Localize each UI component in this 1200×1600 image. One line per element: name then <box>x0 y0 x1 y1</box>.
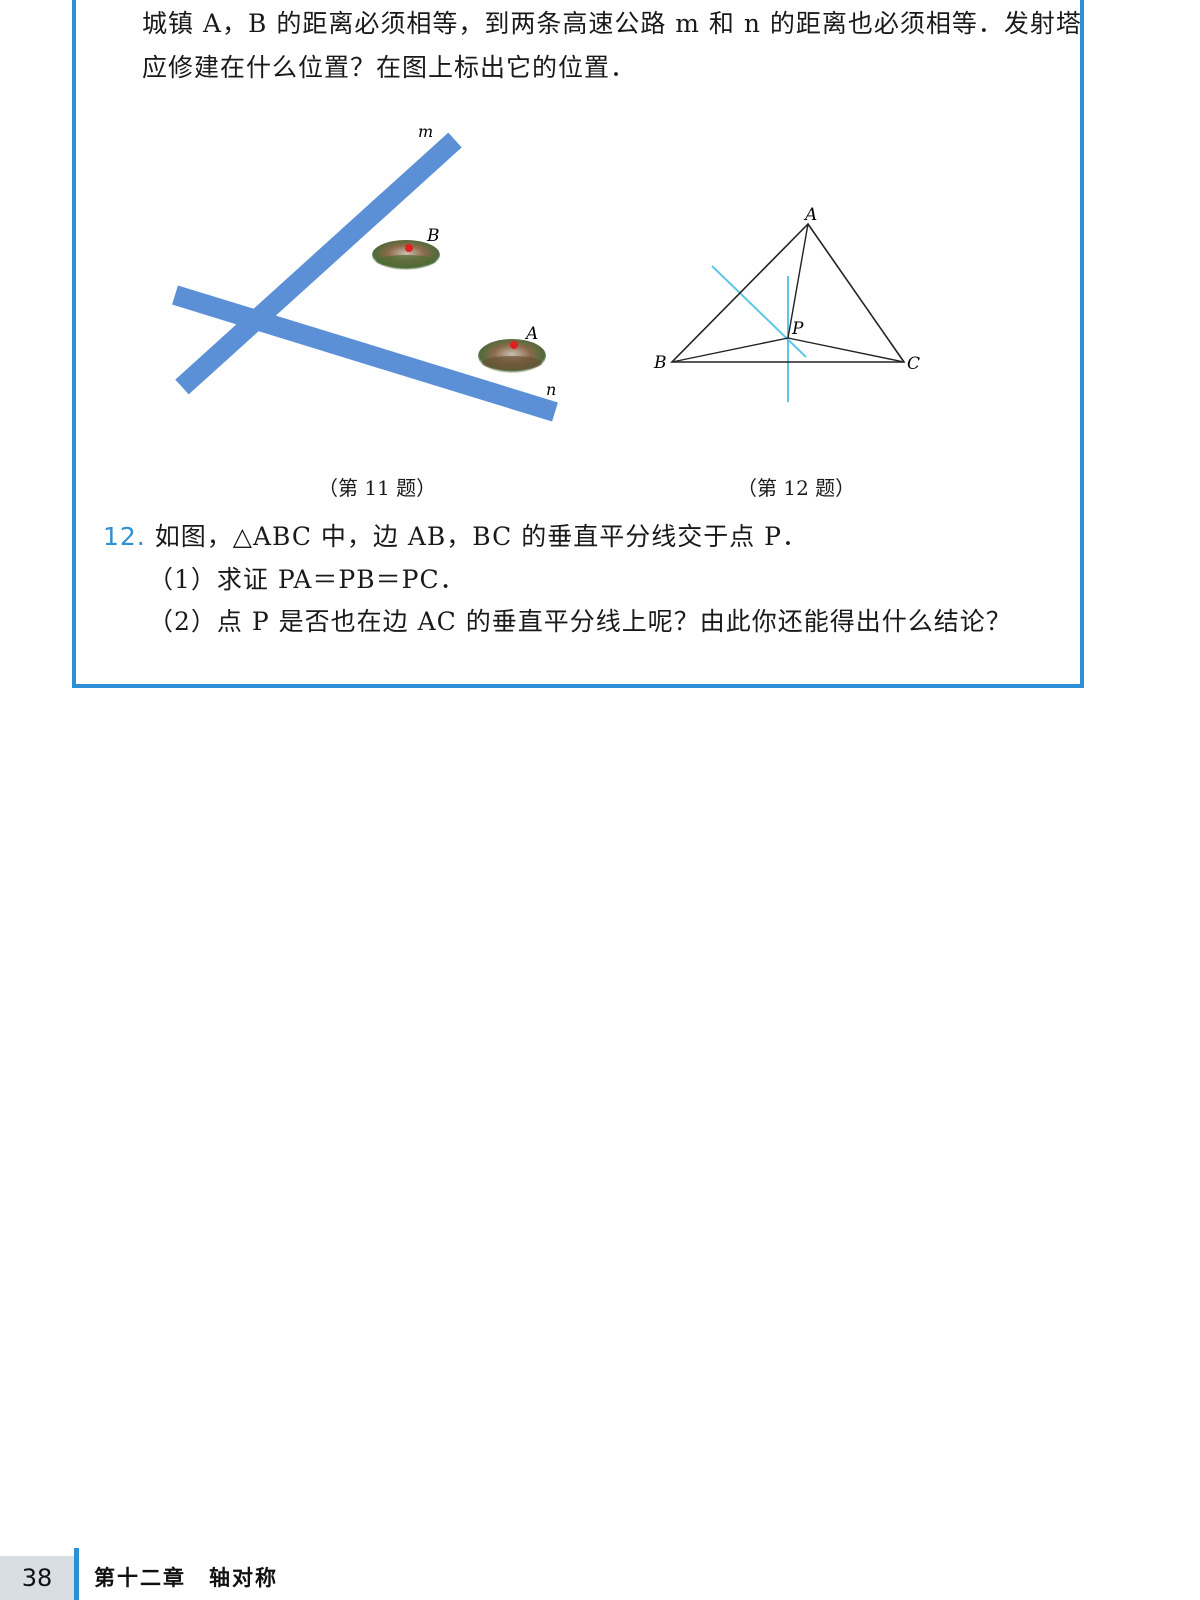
q12-figure: A B C P <box>653 205 920 402</box>
label-vertex-b: B <box>653 353 667 373</box>
label-vertex-c: C <box>907 354 920 374</box>
chapter-title: 第十二章 轴对称 <box>94 1566 278 1590</box>
q12-stem: 如图，△ABC 中，边 AB，BC 的垂直平分线交于点 P． <box>154 522 808 551</box>
q12-stem-line: 12. 如图，△ABC 中，边 AB，BC 的垂直平分线交于点 P． <box>103 517 808 553</box>
q11-text-line1: 城镇 A，B 的距离必须相等，到两条高速公路 m 和 n 的距离也必须相等．发射… <box>142 9 1082 38</box>
label-point-p: P <box>791 319 804 339</box>
segment-pc <box>787 337 905 363</box>
page-number: 38 <box>0 1556 74 1600</box>
q11-caption: （第 11 题） <box>318 476 437 500</box>
q11-text-line2: 应修建在什么位置？在图上标出它的位置． <box>142 53 637 82</box>
label-b: B <box>426 226 440 246</box>
q12-caption: （第 12 题） <box>737 476 856 500</box>
segment-pb <box>671 337 789 363</box>
label-vertex-a: A <box>803 205 817 225</box>
q11-figure: m n B A <box>172 122 558 422</box>
footer-divider <box>74 1548 79 1600</box>
label-m: m <box>418 122 433 141</box>
q12-part2: （2）点 P 是否也在边 AC 的垂直平分线上呢？由此你还能得出什么结论？ <box>148 607 1012 636</box>
town-a-point <box>510 341 518 349</box>
q12-number: 12. <box>103 522 146 551</box>
town-b-point <box>405 244 413 252</box>
q12-part1: （1）求证 PA＝PB＝PC． <box>148 565 466 594</box>
label-n: n <box>546 380 556 399</box>
town-b: B <box>372 226 440 270</box>
label-a: A <box>524 324 538 344</box>
town-a: A <box>478 324 546 373</box>
